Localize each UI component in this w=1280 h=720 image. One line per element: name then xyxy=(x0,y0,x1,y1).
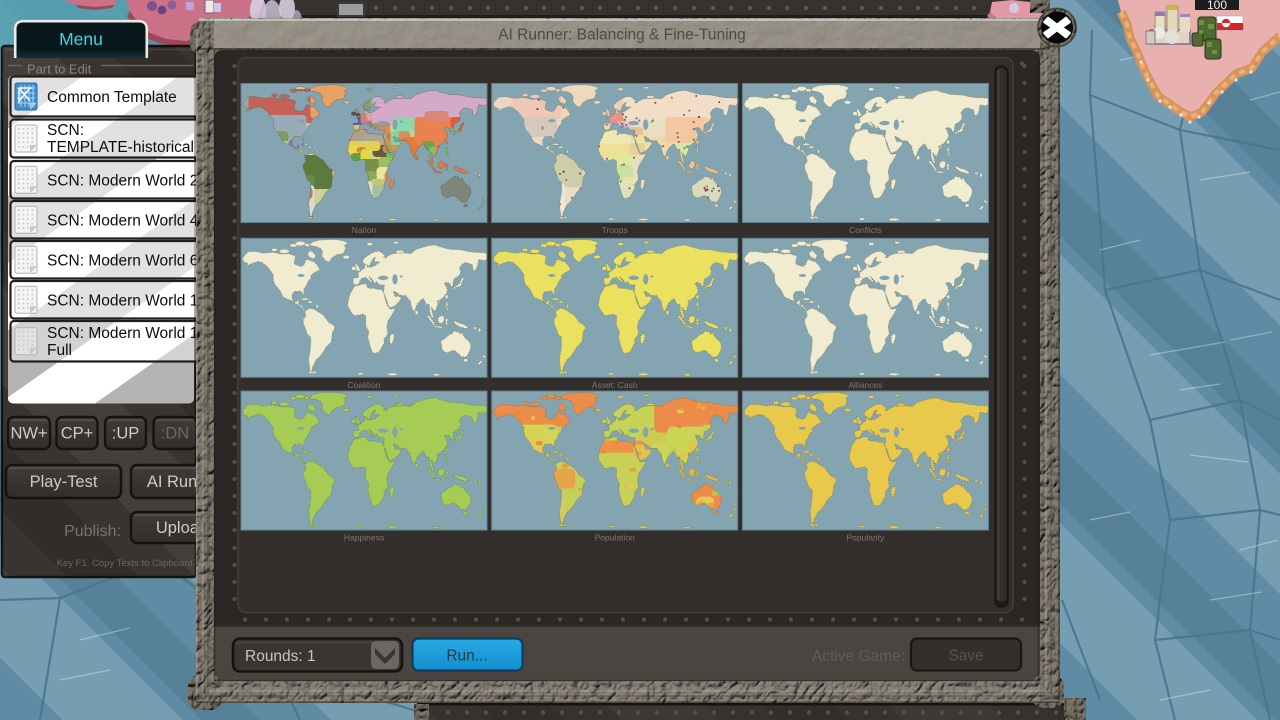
svg-text:TEMPLATE-historical: TEMPLATE-historical xyxy=(47,139,194,156)
svg-text::DN: :DN xyxy=(161,425,189,443)
svg-text:AI Runner: Balancing & Fine-Tu: AI Runner: Balancing & Fine-Tuning xyxy=(498,27,746,44)
svg-text:SCN:: SCN: xyxy=(47,122,84,139)
svg-text:SCN: Modern World 20: SCN: Modern World 20 xyxy=(47,172,207,189)
svg-text:Save: Save xyxy=(948,648,983,665)
svg-text:Full: Full xyxy=(47,342,72,359)
svg-text:Rounds: 1: Rounds: 1 xyxy=(245,648,316,665)
svg-text:SCN: Modern World 11: SCN: Modern World 11 xyxy=(47,292,206,309)
svg-text:Menu: Menu xyxy=(59,29,103,49)
svg-text:Coalition: Coalition xyxy=(347,380,380,390)
svg-text:Alliances: Alliances xyxy=(848,380,882,390)
svg-text:Run...: Run... xyxy=(446,648,487,665)
svg-text:Asset: Cash: Asset: Cash xyxy=(592,380,638,390)
svg-text:Publish:: Publish: xyxy=(64,523,121,540)
svg-text:SCN: Modern World 11: SCN: Modern World 11 xyxy=(47,325,206,342)
svg-text:Play-Test: Play-Test xyxy=(30,473,98,491)
svg-text:CP+: CP+ xyxy=(61,425,94,443)
svg-text:Popularity: Popularity xyxy=(846,533,885,543)
svg-text:Nation: Nation xyxy=(352,225,377,235)
svg-text:Troops: Troops xyxy=(602,225,628,235)
svg-text:SCN: Modern World 60: SCN: Modern World 60 xyxy=(47,252,207,269)
svg-text:Part to Edit: Part to Edit xyxy=(27,62,92,77)
svg-text:NW+: NW+ xyxy=(10,425,47,443)
svg-text:Common Template: Common Template xyxy=(47,89,177,106)
svg-text:Population: Population xyxy=(595,533,635,543)
svg-text:100: 100 xyxy=(1207,0,1227,12)
svg-text:Key F1: Copy Texts to Clipboar: Key F1: Copy Texts to Clipboard. xyxy=(57,558,196,569)
svg-text:SCN: Modern World 40: SCN: Modern World 40 xyxy=(47,212,207,229)
svg-text::UP: :UP xyxy=(112,425,140,443)
svg-text:Active Game:: Active Game: xyxy=(812,648,905,665)
svg-text:Happiness: Happiness xyxy=(344,533,384,543)
svg-text:Conflicts: Conflicts xyxy=(849,225,882,235)
